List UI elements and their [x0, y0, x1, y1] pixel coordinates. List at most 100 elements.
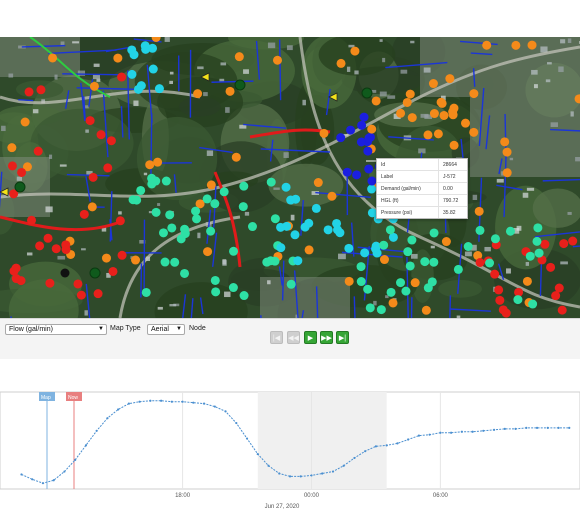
junction-node: [372, 96, 381, 105]
junction-node: [366, 303, 375, 312]
junction-node: [506, 227, 515, 236]
house-roof: [224, 292, 230, 297]
skip-end-button[interactable]: ▶|: [336, 331, 349, 344]
junction-node: [151, 177, 160, 186]
junction-node: [276, 243, 285, 252]
house-roof: [267, 280, 271, 284]
junction-node: [117, 73, 126, 82]
junction-node: [430, 109, 439, 118]
junction-node: [495, 296, 504, 305]
junction-node: [235, 52, 244, 61]
data-point: [547, 427, 549, 429]
data-point: [396, 442, 398, 444]
house-roof: [60, 164, 67, 166]
junction-node: [352, 170, 361, 179]
x-axis-date-label: Jun 27, 2020: [265, 504, 300, 510]
house-roof: [84, 310, 87, 315]
pipe-segment: [18, 100, 33, 101]
junction-node: [232, 153, 241, 162]
step-back-button[interactable]: ◀◀: [287, 331, 300, 344]
skip-back-icon: |◀: [273, 334, 280, 342]
house-roof: [170, 72, 174, 75]
house-roof: [510, 158, 513, 160]
map-marker-flag[interactable]: Map: [39, 392, 55, 401]
map-view[interactable]: Id28664 LabelJ-572 Demand (gal/min)0.00 …: [0, 37, 580, 318]
junction-node: [192, 214, 201, 223]
junction-node: [35, 241, 44, 250]
junction-node: [203, 194, 212, 203]
junction-node: [357, 137, 366, 146]
house-roof: [421, 114, 429, 118]
popup-label: Demand (gal/min): [377, 183, 439, 194]
skip-back-button[interactable]: |◀: [270, 331, 283, 344]
variable-select[interactable]: Flow (gal/min) ▼: [5, 324, 107, 335]
data-point: [439, 432, 441, 434]
pipe-segment: [280, 40, 281, 101]
junction-node: [17, 168, 26, 177]
now-marker-flag[interactable]: Now: [66, 392, 82, 401]
junction-node: [345, 277, 354, 286]
junction-node: [511, 41, 520, 50]
house-roof: [373, 301, 376, 306]
node-info-popup: Id28664 LabelJ-572 Demand (gal/min)0.00 …: [376, 158, 468, 219]
house-roof: [354, 70, 358, 74]
house-roof: [484, 247, 490, 251]
house-roof: [93, 75, 100, 80]
junction-node: [113, 54, 122, 63]
junction-node: [380, 255, 389, 264]
house-roof: [401, 70, 408, 74]
play-button[interactable]: ▶: [304, 331, 317, 344]
junction-node: [312, 204, 321, 213]
junction-node: [476, 226, 485, 235]
junction-node: [36, 85, 45, 94]
house-roof: [567, 212, 571, 215]
selected-node-marker: [61, 269, 70, 278]
junction-node: [271, 214, 280, 223]
junction-node: [360, 113, 369, 122]
house-roof: [17, 177, 22, 181]
urban-area: [420, 37, 580, 97]
house-roof: [49, 155, 52, 159]
data-point: [278, 472, 280, 474]
junction-node: [129, 195, 138, 204]
junction-node: [159, 228, 168, 237]
junction-node: [293, 256, 302, 265]
fast-forward-button[interactable]: ▶▶: [320, 331, 333, 344]
house-roof: [531, 70, 538, 75]
junction-node: [270, 257, 279, 266]
house-roof: [380, 92, 387, 97]
junction-node: [116, 216, 125, 225]
junction-node: [337, 59, 346, 68]
popup-row-pressure: Pressure (psi)35.82: [377, 207, 467, 218]
junction-node: [291, 195, 300, 204]
aerial-map[interactable]: [0, 37, 580, 318]
junction-node: [103, 163, 112, 172]
popup-value: 0.00: [439, 186, 453, 192]
chart-canvas[interactable]: Map Now 18:0000:0006:00 Jun 27, 2020: [0, 358, 580, 515]
house-roof: [382, 58, 385, 62]
junction-node: [44, 234, 53, 243]
house-roof: [473, 195, 477, 200]
house-roof: [273, 187, 279, 189]
house-roof: [302, 100, 306, 105]
data-point: [85, 444, 87, 446]
data-point: [536, 427, 538, 429]
junction-node: [180, 269, 189, 278]
data-point: [214, 405, 216, 407]
junction-node: [344, 244, 353, 253]
junction-node: [503, 168, 512, 177]
junction-node: [526, 252, 535, 261]
house-roof: [8, 74, 13, 78]
map-type-select[interactable]: Aerial ▼: [147, 324, 185, 335]
junction-node: [438, 99, 447, 108]
play-icon: ▶: [308, 334, 313, 342]
tank-icon: [90, 268, 100, 278]
junction-node: [476, 258, 485, 267]
skip-end-icon: ▶|: [339, 334, 346, 342]
junction-node: [513, 295, 522, 304]
junction-node: [61, 240, 70, 249]
junction-node: [434, 129, 443, 138]
x-tick-label: 06:00: [433, 493, 449, 499]
junction-node: [314, 178, 323, 187]
time-series-chart[interactable]: Map Now 18:0000:0006:00 Jun 27, 2020: [0, 358, 580, 515]
